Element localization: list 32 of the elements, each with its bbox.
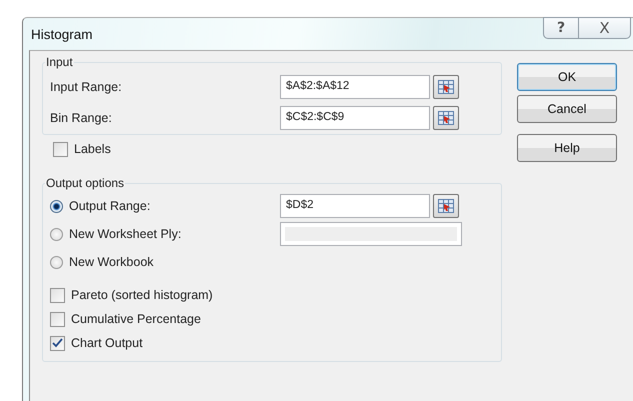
- grid-icon: [438, 199, 454, 213]
- radio-option[interactable]: Output Range:: [50, 199, 280, 213]
- close-button[interactable]: X: [579, 17, 631, 39]
- grid-icon: [438, 80, 454, 94]
- input-field[interactable]: $A$2:$A$12: [280, 74, 430, 98]
- checkbox-option[interactable]: Cumulative Percentage: [50, 307, 493, 331]
- checkbox[interactable]: [53, 142, 68, 156]
- checkbox-option[interactable]: Chart Output: [50, 331, 493, 355]
- group-title: Output options: [45, 176, 126, 190]
- checkbox[interactable]: [50, 336, 65, 350]
- grid-icon: [438, 110, 454, 124]
- radio-button[interactable]: [50, 228, 63, 240]
- input-field[interactable]: $C$2:$C$9: [280, 106, 430, 130]
- range-select-button[interactable]: [433, 194, 459, 218]
- radio-button[interactable]: [50, 200, 63, 212]
- dialog-button[interactable]: OK: [517, 63, 617, 91]
- radio-button[interactable]: [50, 256, 63, 268]
- range-select-button[interactable]: [433, 106, 459, 130]
- radio-option[interactable]: New Worksheet Ply:: [50, 227, 280, 241]
- checkbox[interactable]: [50, 312, 65, 326]
- window-title: Histogram: [31, 26, 93, 42]
- field-label: Input Range:: [50, 80, 123, 94]
- checkbox[interactable]: [50, 288, 65, 302]
- dialog-button[interactable]: Cancel: [517, 95, 617, 123]
- group-title: Input: [45, 55, 74, 69]
- radio-option[interactable]: New Workbook: [50, 255, 280, 269]
- dialog-button[interactable]: Help: [517, 134, 617, 162]
- checkbox-option[interactable]: Pareto (sorted histogram): [50, 283, 493, 307]
- help-button[interactable]: ?: [543, 17, 579, 39]
- field-label: Bin Range:: [50, 110, 113, 124]
- input-field[interactable]: $D$2: [280, 194, 430, 218]
- range-select-button[interactable]: [433, 74, 459, 98]
